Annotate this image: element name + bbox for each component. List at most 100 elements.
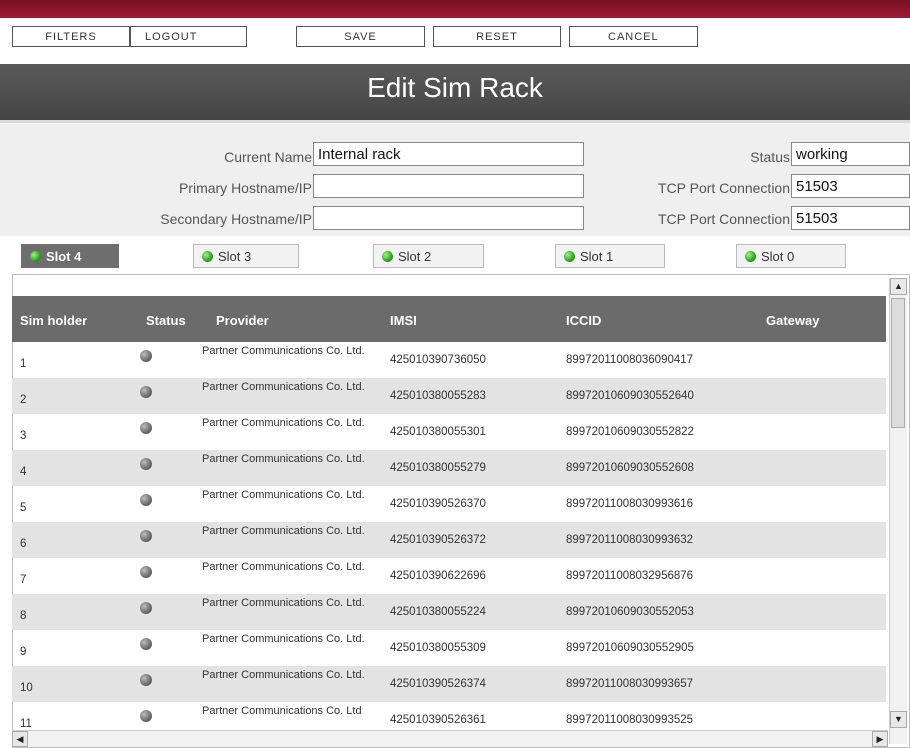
arrow-up-icon[interactable]: ▲ [890,278,907,295]
green-dot-icon [745,251,756,262]
sim-holder-cell: 1 [20,358,27,370]
imsi-cell: 425010390526374 [390,678,486,690]
iccid-cell: 89972011008030993525 [566,714,694,726]
imsi-cell: 425010380055224 [390,606,486,618]
arrow-right-icon[interactable]: ▶ [872,731,888,747]
iccid-cell: 89972011008030993616 [566,498,694,510]
table-row[interactable]: 7 Partner Communications Co. Ltd. 42501039… [12,558,886,594]
table-row[interactable]: 3 Partner Communications Co. Ltd. 42501038… [12,414,886,450]
imsi-cell: 425010390526372 [390,534,486,546]
header-status[interactable]: Status [146,313,186,328]
gray-dot-icon [140,458,152,470]
brand-bar [0,0,910,18]
header-provider[interactable]: Provider [216,313,269,328]
table-row[interactable]: 8 Partner Communications Co. Ltd. 42501038… [12,594,886,630]
gray-dot-icon [140,350,152,362]
tcp-port-label-1: TCP Port Connection [657,180,790,196]
green-dot-icon [382,251,393,262]
tcp-port-input-1[interactable] [791,174,910,198]
provider-cell: Partner Communications Co. Ltd. [202,417,365,429]
sim-holder-cell: 8 [20,610,27,622]
secondary-hostname-label: Secondary Hostname/IP [160,211,312,227]
horizontal-scrollbar[interactable]: ◀ ▶ [12,730,888,747]
imsi-cell: 425010390526361 [390,714,486,726]
slot-tabs: Slot 4 Slot 3 Slot 2 Slot 1 Slot 0 [0,236,910,272]
table-row[interactable]: 2 Partner Communications Co. Ltd. 42501038… [12,378,886,414]
header-iccid[interactable]: ICCID [566,313,601,328]
gray-dot-icon [140,386,152,398]
rack-form: Current Name Primary Hostname/IP Seconda… [0,120,910,239]
cancel-button[interactable]: CANCEL [569,26,698,47]
logout-button[interactable]: LOGOUT [130,26,247,47]
header-imsi[interactable]: IMSI [390,313,417,328]
toolbar: FILTERS LOGOUT SAVE RESET CANCEL [0,18,910,52]
provider-cell: Partner Communications Co. Ltd [202,705,362,717]
arrow-left-icon[interactable]: ◀ [12,731,28,747]
sim-holder-cell: 6 [20,538,27,550]
arrow-down-icon[interactable]: ▼ [890,711,907,728]
sim-holder-cell: 9 [20,646,27,658]
provider-cell: Partner Communications Co. Ltd. [202,669,365,681]
provider-cell: Partner Communications Co. Ltd. [202,597,365,609]
iccid-cell: 8997201100803609041​7 [566,354,694,366]
tab-slot-4[interactable]: Slot 4 [21,244,119,268]
gray-dot-icon [140,602,152,614]
reset-button[interactable]: RESET [433,26,561,47]
iccid-cell: 89972010609030552905 [566,642,694,654]
header-gateway[interactable]: Gateway [766,313,819,328]
table-row[interactable]: 4 Partner Communications Co. Ltd. 42501038… [12,450,886,486]
iccid-cell: 89972011008030993657 [566,678,694,690]
provider-cell: Partner Communications Co. Ltd. [202,525,365,537]
imsi-cell: 425010380055309 [390,642,486,654]
secondary-hostname-input[interactable] [313,206,584,230]
sim-holder-cell: 10 [20,682,33,694]
gray-dot-icon [140,674,152,686]
provider-cell: Partner Communications Co. Ltd. [202,345,365,357]
tab-label: Slot 1 [580,249,614,264]
imsi-cell: 425010380055283 [390,390,486,402]
vertical-scrollbar[interactable]: ▲ ▼ [889,278,907,744]
imsi-cell: 425010390622696 [390,570,486,582]
tab-slot-3[interactable]: Slot 3 [193,244,299,268]
tcp-port-label-2: TCP Port Connection [657,211,790,227]
gray-dot-icon [140,566,152,578]
sim-holder-cell: 5 [20,502,27,514]
table-row[interactable]: 9 Partner Communications Co. Ltd. 42501038… [12,630,886,666]
provider-cell: Partner Communications Co. Ltd. [202,381,365,393]
sim-holder-cell: 7 [20,574,27,586]
primary-hostname-input[interactable] [313,174,584,198]
tab-label: Slot 2 [398,249,432,264]
title-bar: Edit Sim Rack [0,64,910,120]
table-row[interactable]: 1 Partner Communications Co. Ltd. 42501039… [12,342,886,378]
tab-label: Slot 4 [46,249,82,264]
sim-holder-cell: 11 [20,718,32,730]
sim-table: Sim holder Status Provider IMSI ICCID Ga… [12,296,886,738]
status-label: Status [750,149,790,165]
green-dot-icon [30,251,41,262]
green-dot-icon [564,251,575,262]
gray-dot-icon [140,422,152,434]
provider-cell: Partner Communications Co. Ltd. [202,633,365,645]
current-name-input[interactable] [313,142,584,166]
sim-holder-cell: 4 [20,466,27,478]
table-header: Sim holder Status Provider IMSI ICCID Ga… [12,296,886,342]
imsi-cell: 425010380055279 [390,462,486,474]
save-button[interactable]: SAVE [296,26,425,47]
provider-cell: Partner Communications Co. Ltd. [202,561,365,573]
status-input[interactable] [791,142,910,166]
imsi-cell: 425010390526370 [390,498,486,510]
tab-slot-1[interactable]: Slot 1 [555,244,665,268]
header-sim-holder[interactable]: Sim holder [20,313,87,328]
table-row[interactable]: 5 Partner Communications Co. Ltd. 42501039… [12,486,886,522]
tab-slot-2[interactable]: Slot 2 [373,244,484,268]
gray-dot-icon [140,638,152,650]
table-row[interactable]: 6 Partner Communications Co. Ltd. 42501039… [12,522,886,558]
scroll-thumb[interactable] [891,298,905,428]
tcp-port-input-2[interactable] [791,206,910,230]
tab-slot-0[interactable]: Slot 0 [736,244,846,268]
sim-holder-cell: 3 [20,430,27,442]
table-row[interactable]: 10 Partner Communications Co. Ltd. 4250103… [12,666,886,702]
filters-button[interactable]: FILTERS [12,26,130,47]
current-name-label: Current Name [224,149,312,165]
gray-dot-icon [140,530,152,542]
